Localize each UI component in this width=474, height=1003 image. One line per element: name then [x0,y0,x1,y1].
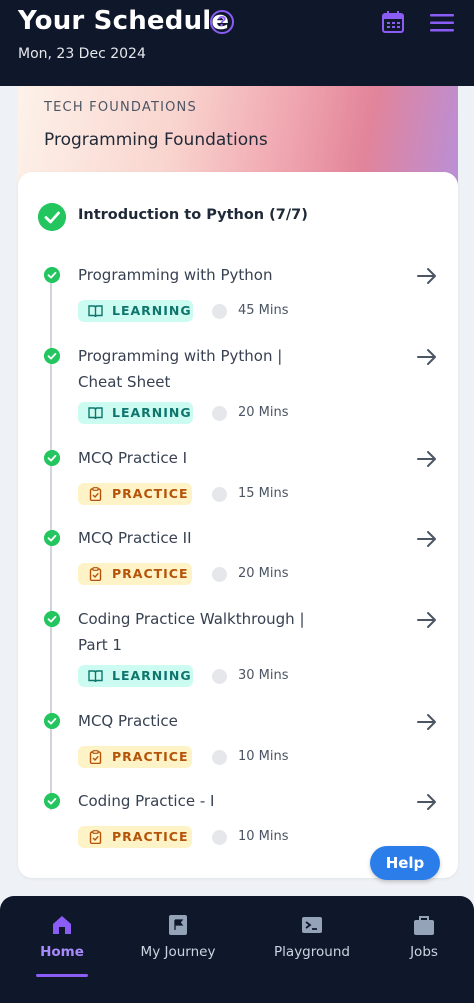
clipboard-check-icon [89,487,102,501]
learning-badge: LEARNING [78,300,193,322]
schedule-date: Mon, 23 Dec 2024 [18,46,146,62]
help-button[interactable]: Help [370,846,440,880]
page-title: Your Schedule [18,6,230,36]
calendar-icon[interactable] [381,10,405,34]
clipboard-check-icon [89,567,102,581]
flag-icon [169,915,187,935]
check-icon [44,611,60,627]
book-icon [88,407,103,420]
briefcase-icon [414,916,434,935]
duration: 10 Mins [238,829,289,844]
check-icon [44,530,60,546]
book-icon [88,670,103,683]
tab-label: Playground [274,944,350,960]
arrow-right-icon[interactable] [416,530,438,548]
clock-icon [212,487,227,502]
clock-icon [212,830,227,845]
check-icon [44,267,60,283]
duration: 20 Mins [238,566,289,581]
check-icon [44,793,60,809]
check-icon [44,713,60,729]
arrow-right-icon[interactable] [416,450,438,468]
home-icon [53,916,71,934]
item-title[interactable]: Programming with Python | Cheat Sheet [78,343,308,395]
clock-icon [212,567,227,582]
badge-label: PRACTICE [112,566,189,581]
tab-label: Jobs [410,944,438,960]
course-title: Programming Foundations [44,130,268,150]
duration: 15 Mins [238,486,289,501]
clipboard-check-icon [89,830,102,844]
item-title[interactable]: Programming with Python [78,262,308,288]
badge-label: PRACTICE [112,829,189,844]
badge-label: LEARNING [112,303,192,318]
duration: 10 Mins [238,749,289,764]
arrow-right-icon[interactable] [416,793,438,811]
book-icon [88,305,103,318]
learning-badge: LEARNING [78,665,193,687]
section-title: Introduction to Python (7/7) [78,207,308,223]
tab-my-journey[interactable]: My Journey [128,914,228,960]
badge-label: PRACTICE [112,749,189,764]
duration: 20 Mins [238,405,289,420]
clock-icon [212,669,227,684]
track-label: TECH FOUNDATIONS [44,100,197,115]
practice-badge: PRACTICE [78,563,192,585]
arrow-right-icon[interactable] [416,267,438,285]
terminal-icon [302,917,322,933]
duration: 45 Mins [238,303,289,318]
duration: 30 Mins [238,668,289,683]
hamburger-menu-icon[interactable] [430,12,454,34]
tab-jobs[interactable]: Jobs [374,914,474,960]
badge-label: LEARNING [112,668,192,683]
practice-badge: PRACTICE [78,483,192,505]
item-title[interactable]: Coding Practice - I [78,788,308,814]
practice-badge: PRACTICE [78,826,192,848]
item-title[interactable]: MCQ Practice [78,708,308,734]
check-icon [44,348,60,364]
clock-icon [212,304,227,319]
learning-badge: LEARNING [78,402,193,424]
check-icon [44,450,60,466]
badge-label: PRACTICE [112,486,189,501]
arrow-right-icon[interactable] [416,713,438,731]
tab-label: My Journey [140,944,216,960]
clock-icon [212,750,227,765]
bottom-nav: Home My Journey Playground Jobs [0,896,474,1003]
tab-home[interactable]: Home [12,914,112,960]
practice-badge: PRACTICE [78,746,192,768]
clock-icon [212,406,227,421]
badge-label: LEARNING [112,405,192,420]
arrow-right-icon[interactable] [416,348,438,366]
item-title[interactable]: Coding Practice Walkthrough | Part 1 [78,606,308,658]
item-title[interactable]: MCQ Practice II [78,525,308,551]
arrow-right-icon[interactable] [416,611,438,629]
active-tab-indicator [36,974,88,977]
item-title[interactable]: MCQ Practice I [78,445,308,471]
section-complete-icon [38,203,66,231]
top-bar: Your Schedule ? Mon, 23 Dec 2024 [0,0,474,86]
question-circle-icon[interactable]: ? [210,10,234,34]
tab-playground[interactable]: Playground [262,914,362,960]
tab-label: Home [40,944,84,960]
clipboard-check-icon [89,750,102,764]
